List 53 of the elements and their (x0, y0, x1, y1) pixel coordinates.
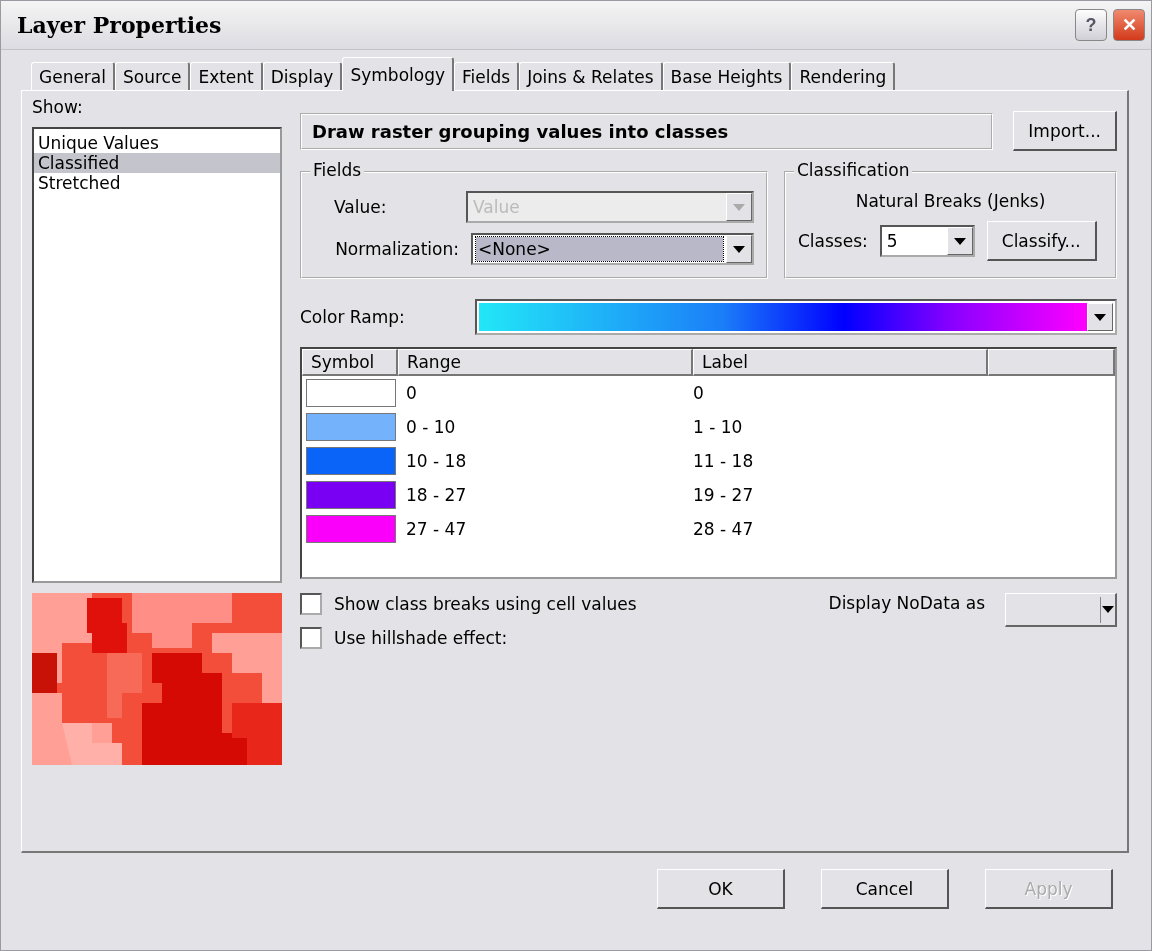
method-text: Natural Breaks (Jenks) (854, 191, 1047, 211)
list-item[interactable]: Stretched (34, 173, 280, 193)
color-dropdown[interactable] (1005, 593, 1117, 627)
description-text: Draw raster grouping values into classes (300, 112, 994, 150)
color-ramp-dropdown[interactable] (475, 299, 1117, 335)
column-header[interactable]: Label (693, 349, 988, 376)
window-title: Layer Properties (17, 12, 223, 38)
tab[interactable]: Base Heights (662, 62, 792, 90)
color-swatch[interactable] (306, 447, 396, 475)
table-cell: 11 - 18 (693, 451, 754, 471)
list-item[interactable]: Unique Values (34, 133, 280, 153)
field-label: Classes: (798, 231, 868, 251)
table-cell-text: 27 - 47 (406, 519, 468, 539)
table-cell-text: 10 - 18 (406, 451, 468, 471)
tab[interactable]: Fields (454, 62, 520, 90)
dialog-button[interactable]: OK (657, 869, 785, 909)
table-cell-text: 0 (406, 383, 418, 403)
checkbox-label: Use hillshade effect: (334, 628, 508, 648)
checkbox-label: Show class breaks using cell values (334, 594, 637, 614)
tab[interactable]: Extent (190, 62, 263, 90)
dialog-button[interactable]: Cancel (821, 869, 949, 909)
color-swatch[interactable] (306, 515, 396, 543)
table-cell-text: 18 - 27 (406, 485, 468, 505)
tab[interactable]: Symbology (342, 57, 455, 91)
color-swatch[interactable] (306, 413, 396, 441)
checkbox[interactable] (300, 627, 322, 649)
import-button[interactable]: Import... (1013, 111, 1117, 151)
tab[interactable]: Source (115, 62, 191, 90)
column-header[interactable]: Symbol (302, 349, 398, 376)
field-label: Value: (333, 197, 388, 217)
show-label: Show: (32, 97, 84, 117)
table-cell: 28 - 47 (693, 519, 754, 539)
color-swatch[interactable] (306, 379, 396, 407)
field-label: Color Ramp: (300, 307, 406, 327)
table-cell: 0 (693, 383, 704, 403)
field-label: Display NoData as (828, 593, 985, 613)
column-header[interactable]: Range (398, 349, 693, 376)
classify-button[interactable]: Classify... (986, 221, 1097, 261)
dropdown-field[interactable]: <None> (471, 233, 754, 265)
table-cell: 1 - 10 (693, 417, 743, 437)
tab[interactable]: Rendering (791, 62, 896, 90)
tab[interactable]: Joins & Relates (519, 62, 663, 90)
table-cell-text: 0 - 10 (406, 417, 457, 437)
field-label: Normalization: (334, 239, 459, 259)
color-swatch[interactable] (306, 481, 396, 509)
help-button[interactable]: ? (1075, 9, 1107, 41)
tab[interactable]: Display (262, 62, 343, 90)
tab[interactable]: General (31, 62, 115, 90)
dropdown-field[interactable]: 5 (879, 225, 975, 257)
list-item[interactable]: Classified (34, 153, 280, 173)
checkbox[interactable] (300, 593, 322, 615)
dropdown-arrow-icon[interactable] (1100, 596, 1115, 623)
table-cell: 19 - 27 (693, 485, 754, 505)
